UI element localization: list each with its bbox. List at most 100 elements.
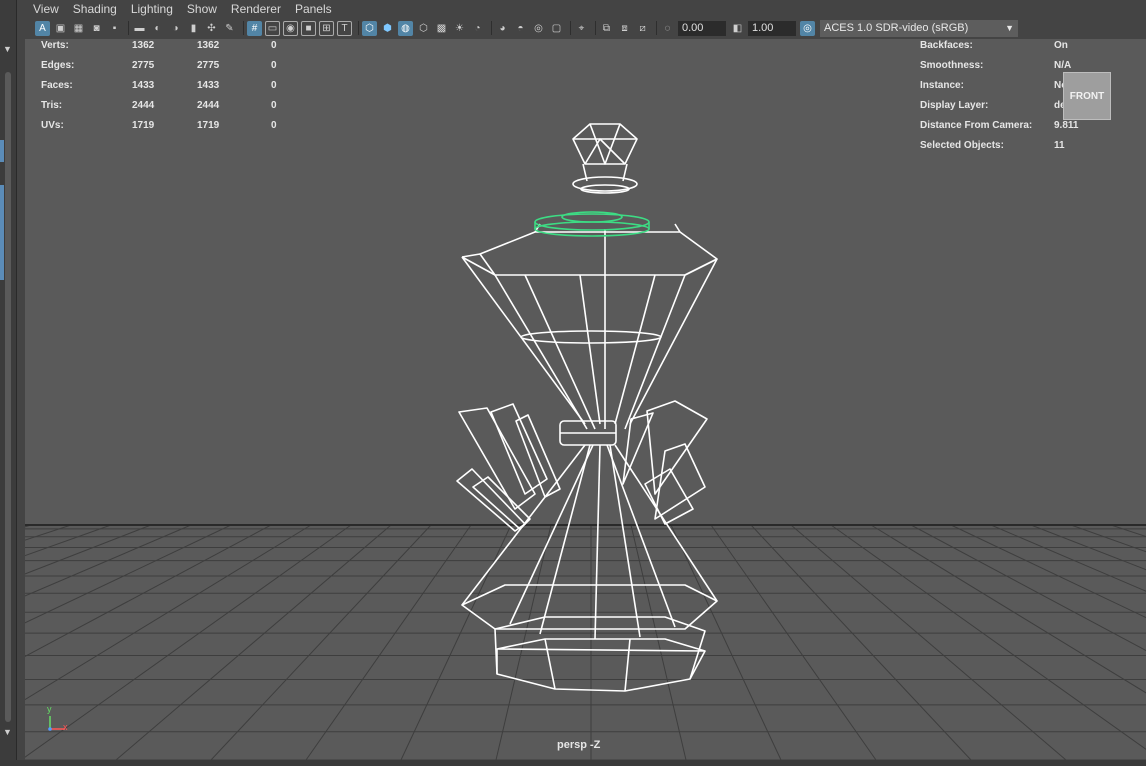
chevron-down-icon: ▼ (1005, 23, 1014, 33)
hud-row-distance: Distance From Camera: 9.811 (920, 116, 1087, 136)
hud-row-backfaces: Backfaces: On (920, 39, 1087, 56)
field-frame-icon[interactable]: ⊞ (319, 20, 334, 36)
hud-label: Edges: (41, 60, 75, 71)
dock-marker (0, 140, 4, 162)
menu-renderer[interactable]: Renderer (231, 2, 281, 16)
resolution-gate-icon[interactable]: ◐ (150, 21, 165, 36)
hud-value: 2775 (197, 60, 220, 71)
xray-icon[interactable]: ▩ (434, 21, 449, 36)
gate-mask-frame-icon[interactable]: ■ (301, 20, 316, 36)
depth-of-field-icon[interactable]: ▢ (549, 21, 564, 36)
resolution-frame-icon[interactable]: ◉ (283, 20, 298, 36)
select-camera-icon[interactable]: A (35, 20, 50, 36)
menu-show[interactable]: Show (187, 2, 217, 16)
hud-label: UVs: (41, 120, 64, 131)
safe-action-icon[interactable]: ✣ (204, 21, 219, 36)
safe-title-icon[interactable]: ✎ (222, 21, 237, 36)
hud-label: Display Layer: (920, 100, 989, 111)
use-lights-icon[interactable]: ☀ (452, 21, 467, 36)
hud-row-display-layer: Display Layer: default (920, 96, 1087, 116)
film-gate-icon[interactable]: ▬ (132, 21, 147, 36)
exposure-field[interactable] (678, 20, 726, 36)
hud-value: 0 (271, 100, 277, 111)
gate-mask-icon[interactable]: ◑ (168, 21, 183, 36)
bookmark-icon[interactable]: ▦ (71, 21, 86, 36)
toolbar-separator (595, 21, 596, 35)
hud-value: On (1054, 40, 1068, 51)
scroll-up-arrow-icon[interactable]: ▼ (3, 44, 12, 54)
hud-value: 0 (271, 60, 277, 71)
backface-culling-icon[interactable]: ⧄ (635, 21, 650, 36)
bottom-panel-edge (0, 760, 1146, 766)
axis-gizmo-icon (48, 716, 65, 731)
multisample-aa-icon[interactable]: ◎ (531, 21, 546, 36)
hud-value: 2775 (132, 60, 155, 71)
color-management-select[interactable]: ACES 1.0 SDR-video (sRGB) ▼ (820, 19, 1018, 37)
screen-space-ao-icon[interactable]: ◕ (495, 21, 510, 36)
grid-icon[interactable]: # (247, 20, 262, 36)
color-management-toggle-icon[interactable]: ◎ (800, 20, 815, 36)
isolate-select-icon[interactable]: ⌖ (574, 21, 589, 36)
hud-value: 1433 (197, 80, 220, 91)
xray-joints-icon[interactable]: ⧉ (599, 21, 614, 36)
hud-label: Instance: (920, 80, 964, 91)
exposure-icon[interactable]: ◌ (660, 21, 675, 36)
motion-blur-icon[interactable]: ◓ (513, 21, 528, 36)
xray-active-icon[interactable]: ⧈ (617, 21, 632, 36)
hud-row-faces: Faces: 1433 1433 0 (41, 76, 291, 96)
hud-label: Smoothness: (920, 60, 984, 71)
scroll-down-arrow-icon[interactable]: ▼ (3, 727, 12, 737)
menu-lighting[interactable]: Lighting (131, 2, 173, 16)
panel-menubar: View Shading Lighting Show Renderer Pane… (17, 0, 1146, 17)
object-details-hud: Backfaces: On Smoothness: N/A Instance: … (920, 39, 1087, 156)
hud-value: 1719 (132, 120, 155, 131)
smooth-shade-icon[interactable]: ⬢ (380, 21, 395, 36)
grid-toggle-icon[interactable]: ▪ (107, 21, 122, 36)
hud-label: Tris: (41, 100, 63, 111)
toolbar-separator (656, 21, 657, 35)
hud-value: 1362 (132, 40, 155, 51)
poly-count-hud: Verts: 1362 1362 0 Edges: 2775 2775 0 Fa… (41, 39, 291, 136)
hud-value: 11 (1054, 140, 1065, 151)
hud-row-tris: Tris: 2444 2444 0 (41, 96, 291, 116)
toolbar-separator (358, 21, 359, 35)
toolbar-separator (128, 21, 129, 35)
field-chart-icon[interactable]: ▮ (186, 21, 201, 36)
camera-name-label: persp -Z (557, 739, 601, 751)
hud-value: 1433 (132, 80, 155, 91)
gamma-icon[interactable]: ◧ (730, 21, 745, 36)
hud-row-selected-objects: Selected Objects: 11 (920, 136, 1087, 156)
left-dock-strip: ▼ ▼ (0, 0, 17, 766)
shadows-icon[interactable]: ◔ (470, 21, 485, 36)
default-material-icon[interactable]: ⬡ (416, 21, 431, 36)
film-gate-frame-icon[interactable]: ▭ (265, 20, 280, 36)
toolbar-separator (491, 21, 492, 35)
text-frame-icon[interactable]: T (337, 20, 352, 36)
menu-shading[interactable]: Shading (73, 2, 117, 16)
menu-view[interactable]: View (33, 2, 59, 16)
camera-attributes-icon[interactable]: ▣ (53, 21, 68, 36)
hud-label: Backfaces: (920, 40, 973, 51)
image-plane-icon[interactable]: ◙ (89, 21, 104, 36)
toolbar-separator (570, 21, 571, 35)
wireframe-icon[interactable]: ⬡ (362, 20, 377, 36)
hud-row-verts: Verts: 1362 1362 0 (41, 39, 291, 56)
gamma-field[interactable] (748, 20, 796, 36)
hud-value: 0 (271, 40, 277, 51)
view-cube[interactable]: FRONT (1063, 72, 1111, 120)
toolbar-separator (243, 21, 244, 35)
wireframe-on-shaded-icon[interactable]: ◍ (398, 20, 413, 36)
menu-panels[interactable]: Panels (295, 2, 332, 16)
hud-row-smoothness: Smoothness: N/A (920, 56, 1087, 76)
view-cube-label: FRONT (1069, 90, 1105, 102)
hud-value: 1362 (197, 40, 220, 51)
vertical-scrollbar[interactable] (5, 72, 11, 722)
hud-value: 0 (271, 80, 277, 91)
perspective-viewport[interactable]: Verts: 1362 1362 0 Edges: 2775 2775 0 Fa… (25, 39, 1146, 760)
hud-value: 0 (271, 120, 277, 131)
dock-marker (0, 185, 4, 280)
hud-label: Verts: (41, 40, 69, 51)
hud-label: Selected Objects: (920, 140, 1004, 151)
hud-value: 2444 (197, 100, 220, 111)
hud-row-uvs: UVs: 1719 1719 0 (41, 116, 291, 136)
